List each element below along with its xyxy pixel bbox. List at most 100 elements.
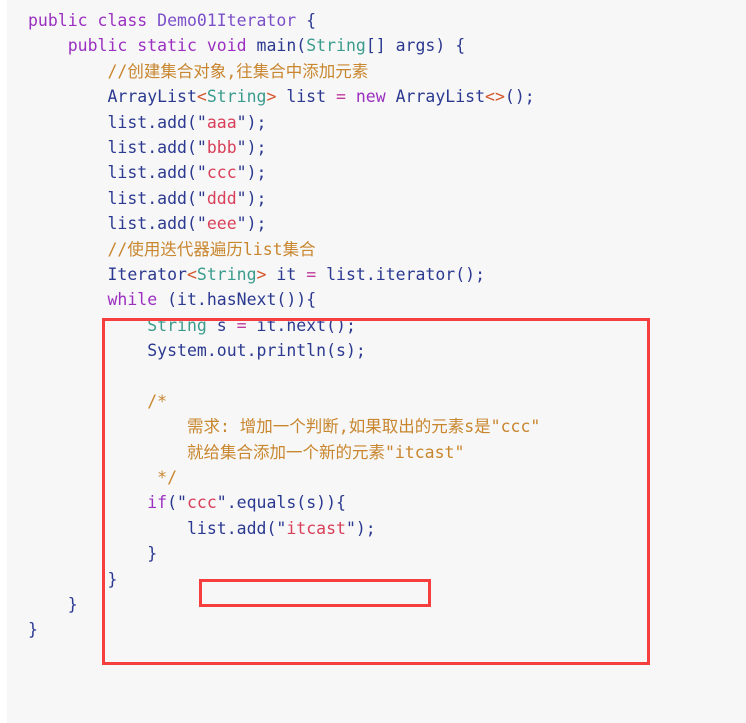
code-token: " (196, 163, 207, 183)
code-token: itcast (286, 518, 346, 538)
code-token: } (28, 544, 158, 564)
code-line-16: /* (7, 389, 746, 414)
code-line-1: public class Demo01Iterator { (7, 8, 746, 33)
code-token: iterator (375, 264, 456, 284)
code-token: <> (485, 87, 505, 107)
code-token: ( (186, 137, 197, 157)
code-token: } (28, 594, 78, 614)
code-token: " (177, 493, 187, 513)
code-token: " (196, 214, 207, 234)
code-token: //使用迭代器遍历list集合 (28, 239, 316, 259)
code-line-3: //创建集合对象,往集合中添加元素 (7, 59, 746, 84)
code-token: String (147, 315, 217, 335)
code-token: eee (206, 214, 237, 234)
code-token: " (196, 188, 207, 208)
code-token: . (147, 137, 158, 157)
code-token: . (196, 290, 207, 310)
code-token: ( (296, 493, 307, 513)
code-token: class (97, 11, 158, 30)
code-token: ); (246, 163, 267, 183)
code-token: s (306, 493, 317, 513)
code-line-2: public static void main(String[] args) { (7, 33, 746, 58)
code-token: (); (326, 315, 356, 335)
code-token: ( (167, 290, 178, 310)
code-token: next (286, 315, 327, 335)
code-token: . (147, 112, 158, 132)
code-line-18: 就给集合添加一个新的元素"itcast" (7, 440, 746, 465)
code-token: . (365, 264, 376, 284)
code-token: add (157, 163, 187, 183)
code-token: list (107, 163, 148, 183)
code-line-22: } (7, 541, 746, 566)
code-token: ); (246, 214, 267, 234)
code-token: new (355, 87, 396, 107)
code-token: . (147, 214, 158, 234)
code-token: } (28, 620, 38, 640)
code-token: < (186, 264, 197, 284)
code-snippet-panel: public class Demo01Iterator { public sta… (0, 0, 746, 723)
code-token: > (256, 264, 277, 284)
code-token: ( (186, 214, 197, 234)
code-token: " (236, 112, 247, 132)
code-token: main (256, 36, 297, 56)
code-token: . (147, 163, 158, 183)
code-token: ArrayList (395, 87, 486, 107)
code-line-6: list.add("bbb"); (7, 135, 746, 160)
code-token: s (336, 341, 346, 361)
code-line-19: */ (7, 465, 746, 490)
code-token: )){ (316, 493, 346, 513)
code-token: String (306, 36, 366, 56)
code-token: public (67, 36, 138, 56)
code-token: list (286, 87, 336, 107)
code-token: bbb (206, 137, 237, 157)
code-line-11: Iterator<String> it = list.iterator(); (7, 262, 746, 287)
code-token: . (206, 341, 217, 361)
code-token: . (276, 315, 287, 335)
code-token: ( (326, 341, 336, 361)
code-token: " (236, 214, 247, 234)
code-token: ( (186, 163, 197, 183)
code-token: list (326, 264, 366, 284)
code-token: " (196, 112, 207, 132)
code-line-17: 需求: 增加一个判断,如果取出的元素s是"ccc" (7, 414, 746, 439)
code-line-23: } (7, 567, 746, 592)
code-token: hasNext (206, 290, 277, 310)
code-token: . (226, 518, 237, 538)
code-token: list (107, 112, 148, 132)
code-token: } (28, 569, 118, 589)
code-token: //创建集合对象,往集合中添加元素 (28, 61, 369, 81)
code-token: 需求: 增加一个判断,如果取出的元素s是"ccc" (28, 417, 541, 437)
code-line-10: //使用迭代器遍历list集合 (7, 237, 746, 262)
code-line-21: list.add("itcast"); (7, 516, 746, 541)
code-token: void (206, 36, 257, 56)
code-token: . (226, 493, 237, 513)
code-token: equals (236, 493, 297, 513)
code-token: ( (186, 188, 197, 208)
code-token: System (147, 341, 207, 361)
code-line-25: } (7, 617, 746, 642)
code-token: list (186, 518, 227, 538)
code-token: add (157, 112, 187, 132)
code-lines-container[interactable]: public class Demo01Iterator { public sta… (7, 0, 746, 643)
code-token: ) { (435, 36, 466, 56)
code-token: println (256, 341, 327, 361)
code-token: it (177, 290, 197, 310)
code-line-5: list.add("aaa"); (7, 110, 746, 135)
code-line-20: if("ccc".equals(s)){ (7, 490, 746, 515)
code-token: it (256, 315, 277, 335)
code-token: ( (186, 112, 197, 132)
code-token: [] (365, 36, 396, 56)
code-line-8: list.add("ddd"); (7, 186, 746, 211)
code-token: " (236, 137, 247, 157)
code-token: list (107, 214, 148, 234)
code-token: " (236, 163, 247, 183)
code-token: static (137, 36, 207, 56)
